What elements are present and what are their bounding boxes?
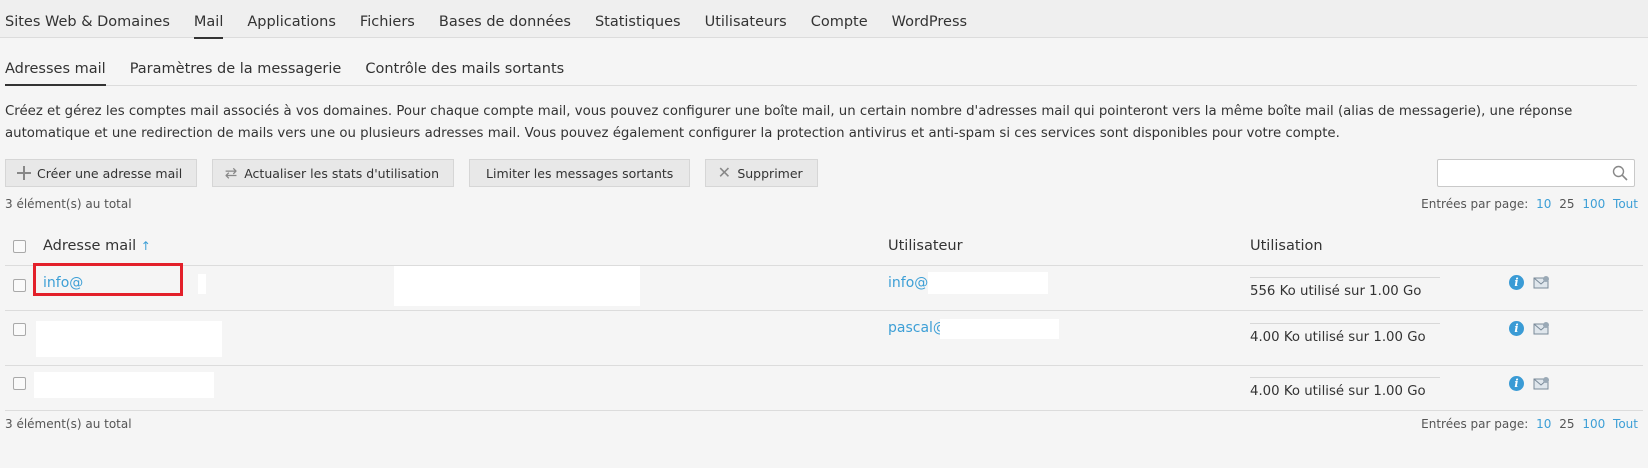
search-input[interactable] — [1438, 160, 1598, 186]
top-navigation: Sites Web & Domaines Mail Applications F… — [0, 0, 1648, 39]
search-icon[interactable] — [1612, 165, 1628, 181]
delete-label: Supprimer — [737, 165, 803, 181]
table-header: Adresse mail ↑ Utilisateur Utilisation — [5, 228, 1643, 266]
tab-sites-web-domaines[interactable]: Sites Web & Domaines — [5, 0, 170, 38]
perpage-option-100[interactable]: 100 — [1582, 197, 1605, 211]
info-icon[interactable]: i — [1509, 376, 1524, 391]
perpage-label: Entrées par page: — [1421, 197, 1529, 211]
usage-bar — [1250, 277, 1440, 278]
search-box — [1437, 159, 1635, 187]
create-email-button[interactable]: Créer une adresse mail — [5, 159, 198, 187]
sub-navigation: Adresses mail Paramètres de la messageri… — [5, 56, 1637, 86]
table-row: pascal@ 4.00 Ko utilisé sur 1.00 Go i — [5, 311, 1643, 366]
usage-text: 4.00 Ko utilisé sur 1.00 Go — [1250, 330, 1426, 345]
redacted-area — [198, 274, 206, 294]
user-link[interactable]: pascal@ — [888, 320, 947, 336]
perpage-option-10[interactable]: 10 — [1536, 197, 1551, 211]
redacted-area — [36, 321, 222, 357]
perpage-bottom: Entrées par page: 10 25 100 Tout — [1421, 417, 1638, 431]
create-email-label: Créer une adresse mail — [37, 165, 183, 181]
page-description: Créez et gérez les comptes mail associés… — [5, 104, 1573, 141]
perpage-option-all[interactable]: Tout — [1613, 417, 1638, 431]
tab-controle-mails-sortants[interactable]: Contrôle des mails sortants — [365, 56, 564, 85]
tab-wordpress[interactable]: WordPress — [892, 0, 967, 38]
column-header-email-label: Adresse mail — [43, 238, 137, 254]
row-checkbox[interactable] — [13, 323, 26, 336]
email-link[interactable]: info@ — [43, 275, 83, 291]
usage-text: 556 Ko utilisé sur 1.00 Go — [1250, 284, 1422, 299]
select-all-checkbox[interactable] — [13, 240, 26, 253]
limit-outgoing-button[interactable]: Limiter les messages sortants — [469, 159, 691, 187]
info-icon[interactable]: i — [1509, 321, 1524, 336]
sort-asc-icon: ↑ — [140, 239, 151, 253]
usage-text: 4.00 Ko utilisé sur 1.00 Go — [1250, 384, 1426, 399]
redacted-area — [394, 266, 640, 306]
toolbar: Créer une adresse mail ⇄ Actualiser les … — [5, 159, 833, 187]
refresh-stats-label: Actualiser les stats d'utilisation — [244, 165, 440, 181]
mail-icon[interactable] — [1533, 321, 1550, 336]
tab-applications[interactable]: Applications — [247, 0, 336, 38]
column-header-usage[interactable]: Utilisation — [1250, 238, 1323, 254]
refresh-icon: ⇄ — [224, 164, 238, 182]
item-count-top: 3 élément(s) au total — [5, 197, 132, 211]
tab-mail[interactable]: Mail — [193, 0, 224, 39]
table-row: 4.00 Ko utilisé sur 1.00 Go i — [5, 366, 1643, 411]
email-table: Adresse mail ↑ Utilisateur Utilisation i… — [5, 228, 1643, 411]
perpage-option-100[interactable]: 100 — [1582, 417, 1605, 431]
perpage-option-25: 25 — [1559, 417, 1575, 431]
row-checkbox[interactable] — [13, 279, 26, 292]
info-icon[interactable]: i — [1509, 275, 1524, 290]
tab-compte[interactable]: Compte — [811, 0, 868, 38]
delete-button[interactable]: ✕ Supprimer — [705, 159, 818, 187]
x-icon: ✕ — [717, 163, 732, 182]
table-row: info@ info@ 556 Ko utilisé sur 1.00 Go i — [5, 263, 1643, 311]
perpage-option-10[interactable]: 10 — [1536, 417, 1551, 431]
redacted-area — [940, 319, 1059, 339]
tab-adresses-mail[interactable]: Adresses mail — [5, 56, 106, 86]
plus-icon — [16, 165, 32, 181]
tab-bases-de-donnees[interactable]: Bases de données — [439, 0, 571, 38]
tab-parametres-messagerie[interactable]: Paramètres de la messagerie — [130, 56, 342, 85]
usage-bar — [1250, 377, 1440, 378]
perpage-top: Entrées par page: 10 25 100 Tout — [1421, 197, 1638, 211]
perpage-option-all[interactable]: Tout — [1613, 197, 1638, 211]
usage-bar — [1250, 323, 1440, 324]
refresh-stats-button[interactable]: ⇄ Actualiser les stats d'utilisation — [212, 159, 455, 187]
mail-icon[interactable] — [1533, 376, 1550, 391]
perpage-option-25: 25 — [1559, 197, 1575, 211]
user-link[interactable]: info@ — [888, 275, 928, 291]
column-header-email[interactable]: Adresse mail ↑ — [43, 238, 151, 254]
tab-utilisateurs[interactable]: Utilisateurs — [705, 0, 787, 38]
mail-icon[interactable] — [1533, 275, 1550, 290]
tab-fichiers[interactable]: Fichiers — [360, 0, 415, 38]
limit-outgoing-label: Limiter les messages sortants — [486, 165, 674, 181]
perpage-label: Entrées par page: — [1421, 417, 1529, 431]
redacted-area — [928, 272, 1048, 294]
row-checkbox[interactable] — [13, 377, 26, 390]
item-count-bottom: 3 élément(s) au total — [5, 417, 132, 431]
redacted-area — [34, 372, 214, 398]
tab-statistiques[interactable]: Statistiques — [595, 0, 681, 38]
column-header-user[interactable]: Utilisateur — [888, 238, 963, 254]
